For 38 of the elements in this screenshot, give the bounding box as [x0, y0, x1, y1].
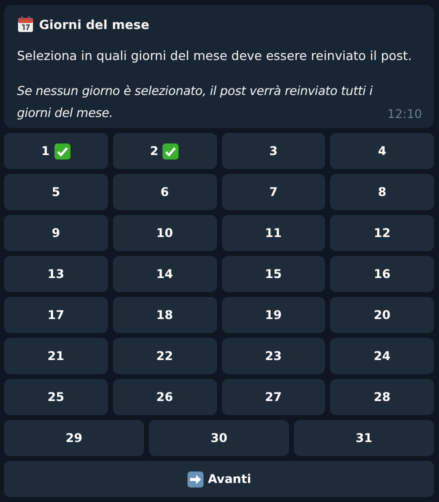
- day-button[interactable]: 10: [112, 215, 216, 251]
- next-button[interactable]: Avanti: [4, 461, 434, 497]
- day-button[interactable]: 14: [112, 256, 216, 292]
- day-button[interactable]: 17: [4, 297, 108, 333]
- message-time: 12:10: [387, 106, 422, 123]
- message-title: Giorni del mese: [39, 16, 150, 32]
- calendar-icon: [17, 16, 34, 32]
- day-button[interactable]: 2: [112, 133, 216, 169]
- day-button[interactable]: 7: [222, 174, 326, 210]
- arrow-right-icon: [186, 470, 204, 488]
- day-button[interactable]: 8: [330, 174, 434, 210]
- day-button[interactable]: 15: [222, 256, 326, 292]
- day-button[interactable]: 28: [330, 379, 434, 415]
- day-button[interactable]: 20: [330, 297, 434, 333]
- day-button[interactable]: 25: [4, 379, 108, 415]
- day-button[interactable]: 23: [222, 338, 326, 374]
- day-button[interactable]: 27: [222, 379, 326, 415]
- day-button[interactable]: 6: [112, 174, 216, 210]
- message-text: Seleziona in quali giorni del mese deve essere reinviato il post.: [17, 47, 413, 65]
- day-button[interactable]: 19: [222, 297, 326, 333]
- message-note: Se nessun giorno è selezionato, il post verrà reinviato tutti i giorni del mese.: [17, 83, 374, 122]
- day-button[interactable]: 4: [330, 133, 434, 169]
- day-button[interactable]: 22: [112, 338, 216, 374]
- day-button[interactable]: 1: [4, 133, 108, 169]
- day-button[interactable]: 29: [4, 420, 144, 456]
- day-button[interactable]: 31: [294, 420, 434, 456]
- day-button[interactable]: 30: [149, 420, 289, 456]
- day-button[interactable]: 11: [222, 215, 326, 251]
- day-button[interactable]: 13: [4, 256, 108, 292]
- day-button[interactable]: 21: [4, 338, 108, 374]
- day-button[interactable]: 16: [330, 256, 434, 292]
- day-button[interactable]: 3: [222, 133, 326, 169]
- day-button[interactable]: 9: [4, 215, 108, 251]
- day-button[interactable]: 5: [4, 174, 108, 210]
- day-button[interactable]: 12: [330, 215, 434, 251]
- day-button[interactable]: 26: [112, 379, 216, 415]
- day-button[interactable]: 24: [330, 338, 434, 374]
- day-button[interactable]: 18: [112, 297, 216, 333]
